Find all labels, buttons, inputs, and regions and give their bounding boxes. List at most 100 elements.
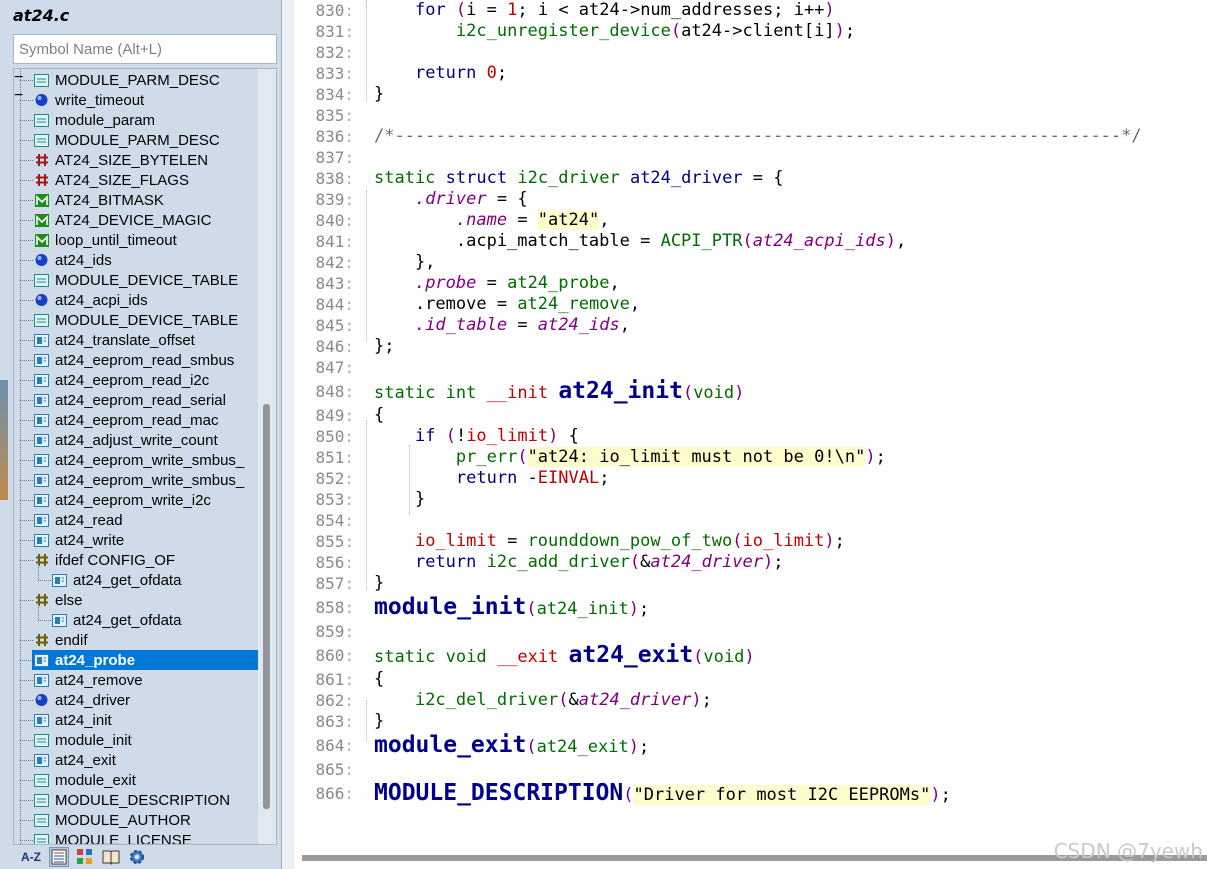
symbol-tree-item[interactable]: MODULE_LICENSE — [14, 830, 258, 844]
symbol-tree-item[interactable]: at24_translate_offset — [14, 330, 258, 350]
code-line[interactable]: 865: — [294, 759, 1207, 780]
code-line[interactable]: 852: return -EINVAL; — [294, 468, 1207, 489]
symbol-tree-item[interactable]: at24_eeprom_read_i2c — [14, 370, 258, 390]
symbol-tree-item-label: module_exit — [55, 771, 136, 789]
code-line[interactable]: 838: static struct i2c_driver at24_driver… — [294, 168, 1207, 189]
symbol-tree-item[interactable]: AT24_DEVICE_MAGIC — [14, 210, 258, 230]
symbol-tree-item[interactable]: MODULE_PARM_DESC — [14, 130, 258, 150]
code-text: .remove = at24_remove, — [374, 294, 641, 314]
symbol-tree-item-label: at24_eeprom_write_i2c — [55, 491, 211, 509]
symbol-tree-item[interactable]: at24_acpi_ids — [14, 290, 258, 310]
symbol-tree-item[interactable]: ifdef CONFIG_OF — [14, 550, 258, 570]
symbol-tree-item[interactable]: at24_read — [14, 510, 258, 530]
symbol-tree-item[interactable]: at24_eeprom_read_smbus — [14, 350, 258, 370]
line-number: 861: — [315, 670, 354, 689]
code-line[interactable]: 835: — [294, 105, 1207, 126]
code-line[interactable]: 857:} — [294, 573, 1207, 594]
symbol-tree-item[interactable]: at24_get_ofdata — [14, 610, 258, 630]
symbol-tree-item[interactable]: at24_driver — [14, 690, 258, 710]
code-line[interactable]: 841: .acpi_match_table = ACPI_PTR(at24_a… — [294, 231, 1207, 252]
symbol-tree-item[interactable]: at24_probe — [32, 650, 258, 670]
symbol-tree-item[interactable]: at24_adjust_write_count — [14, 430, 258, 450]
code-line[interactable]: 830: for (i = 1; i < at24->num_addresses… — [294, 0, 1207, 21]
symbol-tree-item[interactable]: MODULE_DESCRIPTION — [14, 790, 258, 810]
book-button[interactable] — [101, 847, 121, 867]
code-line[interactable]: 854: — [294, 510, 1207, 531]
code-line[interactable]: 846:}; — [294, 336, 1207, 357]
symbol-tree-item[interactable]: at24_remove — [14, 670, 258, 690]
code-line[interactable]: 850: if (!io_limit) { — [294, 426, 1207, 447]
code-line[interactable]: 831: i2c_unregister_device(at24->client[… — [294, 21, 1207, 42]
code-text: for (i = 1; i < at24->num_addresses; i++… — [414, 0, 835, 20]
code-line[interactable]: 864: module_exit(at24_exit); — [294, 732, 1207, 759]
symbol-tree-item[interactable]: loop_until_timeout — [14, 230, 258, 250]
symbol-tree-item[interactable]: write_timeout — [14, 90, 258, 110]
symbol-tree-item[interactable]: at24_eeprom_write_i2c — [14, 490, 258, 510]
code-line[interactable]: 855: io_limit = rounddown_pow_of_two(io_… — [294, 531, 1207, 552]
code-line[interactable]: 845: .id_table = at24_ids, — [294, 315, 1207, 336]
code-line[interactable]: 863:} — [294, 711, 1207, 732]
symbol-tree-item[interactable]: at24_write — [14, 530, 258, 550]
code-line[interactable]: 859: — [294, 621, 1207, 642]
symbol-tree-item[interactable]: at24_eeprom_read_mac — [14, 410, 258, 430]
code-line[interactable]: 840: .name = "at24", — [294, 210, 1207, 231]
symbol-tree-item[interactable]: at24_init — [14, 710, 258, 730]
symbol-tree-item[interactable]: at24_eeprom_write_smbus_ — [14, 450, 258, 470]
code-line[interactable]: 849: { — [294, 405, 1207, 426]
code-editor[interactable]: 830: for (i = 1; i < at24->num_addresses… — [282, 0, 1207, 869]
function-icon — [34, 653, 49, 667]
symbol-tree-item[interactable]: MODULE_AUTHOR — [14, 810, 258, 830]
symbol-tree-item[interactable]: at24_ids — [14, 250, 258, 270]
code-line[interactable]: 848: static int __init at24_init(void) — [294, 378, 1207, 405]
code-line[interactable]: 853: } — [294, 489, 1207, 510]
symbol-tree-item[interactable]: AT24_BITMASK — [14, 190, 258, 210]
sort-alphabetical-button[interactable]: A-Z — [19, 847, 43, 867]
code-line[interactable]: 847: — [294, 357, 1207, 378]
symbol-tree-item[interactable]: endif — [14, 630, 258, 650]
code-line[interactable]: 832: — [294, 42, 1207, 63]
code-line[interactable]: 844: .remove = at24_remove, — [294, 294, 1207, 315]
code-line[interactable]: 842: }, — [294, 252, 1207, 273]
symbol-tree-item-label: at24_get_ofdata — [73, 611, 182, 629]
symbol-tree-item[interactable]: module_param — [14, 110, 258, 130]
tree-vertical-scrollbar[interactable] — [258, 69, 276, 844]
symbol-tree-item[interactable]: MODULE_PARM_DESC — [14, 70, 258, 90]
code-line[interactable]: 833: return 0; — [294, 63, 1207, 84]
symbol-tree-item[interactable]: MODULE_DEVICE_TABLE — [14, 310, 258, 330]
symbol-tree-item-label: at24_adjust_write_count — [55, 431, 218, 449]
settings-button[interactable] — [127, 847, 147, 867]
symbol-tree-item-label: at24_init — [55, 711, 112, 729]
code-line[interactable]: 856: return i2c_add_driver(&at24_driver)… — [294, 552, 1207, 573]
code-line[interactable]: 839: .driver = { — [294, 189, 1207, 210]
code-line[interactable]: 861: { — [294, 669, 1207, 690]
symbol-tree-item[interactable]: at24_eeprom_read_serial — [14, 390, 258, 410]
code-line[interactable]: 837: — [294, 147, 1207, 168]
category-view-button[interactable] — [75, 847, 95, 867]
symbol-tree-item[interactable]: at24_get_ofdata — [14, 570, 258, 590]
symbol-tree-item[interactable]: module_init — [14, 730, 258, 750]
code-line[interactable]: 858: module_init(at24_init); — [294, 594, 1207, 621]
line-number: 837: — [315, 148, 354, 167]
symbol-search-input[interactable] — [13, 34, 277, 64]
code-line[interactable]: 836: /*----------------------------------… — [294, 126, 1207, 147]
symbol-tree-item[interactable]: MODULE_DEVICE_TABLE — [14, 270, 258, 290]
symbol-tree-item[interactable]: AT24_SIZE_FLAGS — [14, 170, 258, 190]
code-text: return i2c_add_driver(&at24_driver); — [414, 552, 784, 572]
symbol-tree-item-label: module_init — [55, 731, 132, 749]
tree-scrollbar-thumb[interactable] — [263, 404, 270, 809]
symbol-tree-item[interactable]: else — [14, 590, 258, 610]
code-line[interactable]: 834:} — [294, 84, 1207, 105]
code-view[interactable]: 830: for (i = 1; i < at24->num_addresses… — [294, 0, 1207, 850]
symbol-tree-item[interactable]: AT24_SIZE_BYTELEN — [14, 150, 258, 170]
code-line[interactable]: 843: .probe = at24_probe, — [294, 273, 1207, 294]
line-number: 838: — [315, 169, 354, 188]
code-line[interactable]: 860: static void __exit at24_exit(void) — [294, 642, 1207, 669]
list-view-button[interactable] — [49, 847, 69, 867]
define-icon — [34, 153, 49, 167]
code-line[interactable]: 851: pr_err("at24: io_limit must not be … — [294, 447, 1207, 468]
symbol-tree-item[interactable]: at24_eeprom_write_smbus_ — [14, 470, 258, 490]
code-line[interactable]: 866: MODULE_DESCRIPTION("Driver for most … — [294, 780, 1207, 807]
symbol-tree-item[interactable]: at24_exit — [14, 750, 258, 770]
code-line[interactable]: 862: i2c_del_driver(&at24_driver); — [294, 690, 1207, 711]
symbol-tree-item[interactable]: module_exit — [14, 770, 258, 790]
